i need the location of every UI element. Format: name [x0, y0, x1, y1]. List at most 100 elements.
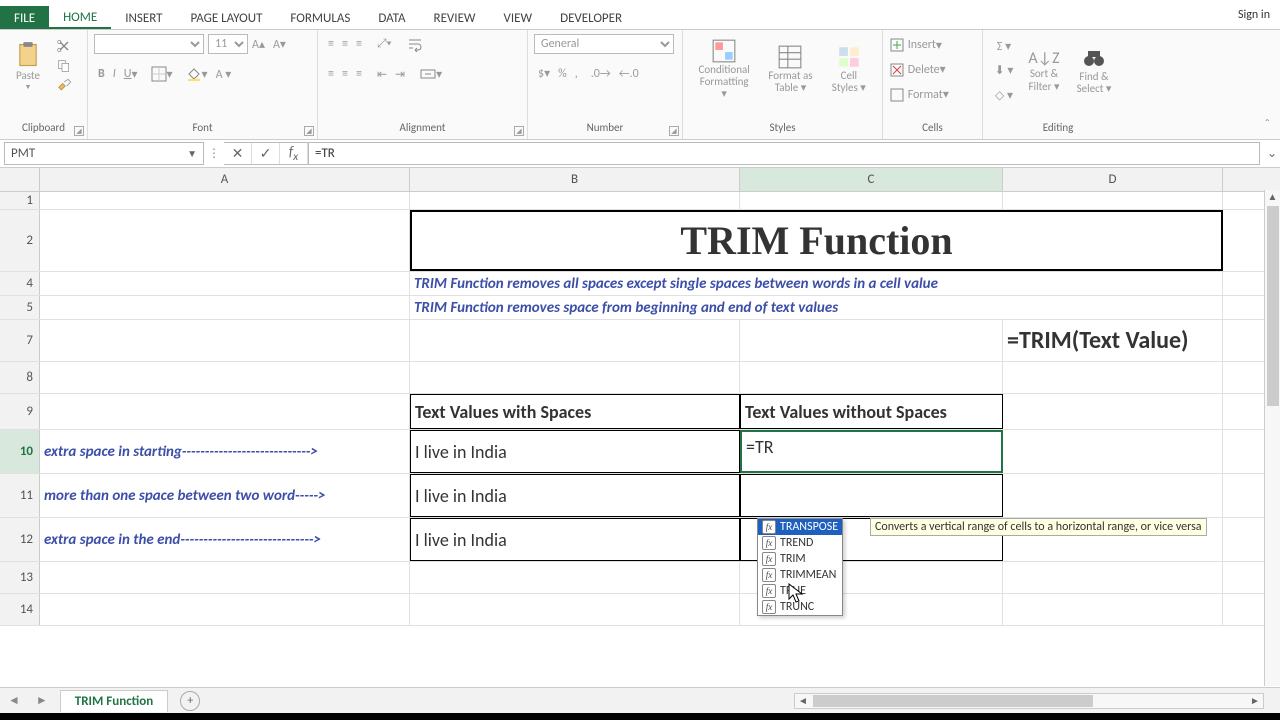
decrease-font-button[interactable]: A▾: [270, 35, 289, 54]
row-header-8[interactable]: 8: [0, 362, 40, 393]
row-header-10[interactable]: 10: [0, 430, 40, 473]
scroll-right-button[interactable]: ►: [1247, 694, 1263, 707]
cell-a1[interactable]: [40, 192, 410, 209]
percent-button[interactable]: %: [555, 65, 570, 83]
sort-filter-button[interactable]: A↓Z Sort &Filter ▾: [1019, 34, 1069, 108]
find-select-button[interactable]: Find &Select ▾: [1069, 34, 1119, 108]
cell-b1[interactable]: [410, 192, 740, 209]
scroll-left-button[interactable]: ◄: [795, 694, 811, 707]
tab-insert[interactable]: INSERT: [111, 6, 176, 29]
decrease-indent-button[interactable]: ⇤: [374, 65, 390, 84]
number-dialog-launcher[interactable]: ◢: [669, 126, 679, 136]
sheet-nav-prev[interactable]: ◄: [0, 693, 28, 708]
decrease-decimal-button[interactable]: ←.0: [616, 65, 642, 83]
align-middle-button[interactable]: ≡: [339, 35, 351, 53]
autocomplete-item-trim[interactable]: fxTRIM: [758, 551, 842, 567]
cell-d14[interactable]: [1003, 594, 1223, 625]
collapse-ribbon-button[interactable]: ˆ: [1258, 114, 1276, 135]
cell-a10[interactable]: extra space in starting-----------------…: [40, 430, 410, 473]
conditional-formatting-button[interactable]: ConditionalFormatting ▾: [692, 34, 756, 104]
tab-developer[interactable]: DEVELOPER: [546, 6, 636, 29]
borders-button[interactable]: ▾: [148, 64, 176, 84]
tab-data[interactable]: DATA: [364, 6, 419, 29]
select-all-button[interactable]: [0, 168, 40, 191]
cell-d8[interactable]: [1003, 362, 1223, 393]
row-header-2[interactable]: 2: [0, 210, 40, 271]
row-header-13[interactable]: 13: [0, 562, 40, 593]
merge-center-button[interactable]: ▾: [417, 64, 445, 84]
cell-c9-header[interactable]: Text Values without Spaces: [740, 394, 1003, 429]
number-format-select[interactable]: General: [534, 34, 674, 54]
underline-button[interactable]: U ▾: [121, 65, 141, 84]
cell-a9[interactable]: [40, 394, 410, 429]
tab-view[interactable]: VIEW: [490, 6, 547, 29]
column-header-b[interactable]: B: [410, 168, 740, 191]
alignment-dialog-launcher[interactable]: ◢: [514, 126, 524, 136]
column-header-d[interactable]: D: [1003, 168, 1223, 191]
name-box[interactable]: PMT ▼: [4, 142, 204, 165]
cell-a4[interactable]: [40, 272, 410, 295]
cell-c1[interactable]: [740, 192, 1003, 209]
row-header-14[interactable]: 14: [0, 594, 40, 625]
sheet-tab-active[interactable]: TRIM Function: [60, 690, 168, 712]
copy-button[interactable]: [53, 56, 75, 76]
clear-button[interactable]: ◇ ▾: [990, 86, 1018, 105]
formula-input[interactable]: =TR: [309, 142, 1260, 165]
cut-button[interactable]: [53, 36, 75, 56]
font-dialog-launcher[interactable]: ◢: [304, 126, 314, 136]
tab-file[interactable]: FILE: [0, 6, 49, 29]
tab-page-layout[interactable]: PAGE LAYOUT: [177, 6, 277, 29]
tab-formulas[interactable]: FORMULAS: [276, 6, 364, 29]
cell-desc1[interactable]: TRIM Function removes all spaces except …: [410, 272, 1223, 295]
delete-cells-button[interactable]: Delete ▾: [889, 62, 976, 78]
align-bottom-button[interactable]: ≡: [353, 35, 365, 53]
tab-review[interactable]: REVIEW: [420, 6, 490, 29]
format-painter-button[interactable]: [53, 76, 75, 96]
row-header-4[interactable]: 4: [0, 272, 40, 295]
column-header-c[interactable]: C: [740, 168, 1003, 191]
cell-b12[interactable]: I live in India: [410, 518, 740, 561]
cell-a5[interactable]: [40, 296, 410, 319]
font-size-select[interactable]: 11: [208, 34, 248, 54]
insert-cells-button[interactable]: Insert ▾: [889, 37, 976, 53]
cell-b13[interactable]: [410, 562, 740, 593]
cell-a11[interactable]: more than one space between two word----…: [40, 474, 410, 517]
increase-indent-button[interactable]: ⇥: [392, 65, 408, 84]
cell-d13[interactable]: [1003, 562, 1223, 593]
wrap-text-button[interactable]: [404, 34, 426, 54]
scroll-thumb[interactable]: [1267, 206, 1279, 406]
autocomplete-item-trimmean[interactable]: fxTRIMMEAN: [758, 567, 842, 583]
cell-a13[interactable]: [40, 562, 410, 593]
format-as-table-button[interactable]: Format asTable ▾: [762, 34, 818, 104]
cell-b10[interactable]: I live in India: [410, 430, 740, 473]
clipboard-dialog-launcher[interactable]: ◢: [74, 126, 84, 136]
font-name-select[interactable]: [94, 34, 204, 54]
autocomplete-item-transpose[interactable]: fxTRANSPOSE: [758, 519, 842, 535]
orientation-button[interactable]: ⤢▾: [374, 35, 395, 53]
cell-b11[interactable]: I live in India: [410, 474, 740, 517]
cell-desc2[interactable]: TRIM Function removes space from beginni…: [410, 296, 1223, 319]
cell-styles-button[interactable]: CellStyles ▾: [825, 34, 873, 104]
row-header-11[interactable]: 11: [0, 474, 40, 517]
cell-a14[interactable]: [40, 594, 410, 625]
cell-b7[interactable]: [410, 320, 740, 361]
cell-b14[interactable]: [410, 594, 740, 625]
cell-c11[interactable]: [740, 474, 1003, 517]
column-header-a[interactable]: A: [40, 168, 410, 191]
new-sheet-button[interactable]: +: [180, 691, 200, 711]
italic-button[interactable]: I: [110, 65, 119, 83]
paste-button[interactable]: Paste ▼: [6, 34, 50, 98]
cell-d9[interactable]: [1003, 394, 1223, 429]
tab-home[interactable]: HOME: [49, 6, 111, 29]
font-color-button[interactable]: A ▾: [213, 65, 235, 84]
align-top-button[interactable]: ≡: [325, 35, 337, 53]
autosum-button[interactable]: Σ ▾: [990, 37, 1018, 56]
align-center-button[interactable]: ≡: [339, 65, 351, 83]
row-header-1[interactable]: 1: [0, 192, 40, 209]
format-cells-button[interactable]: Format ▾: [889, 87, 976, 103]
cell-d11[interactable]: [1003, 474, 1223, 517]
insert-function-button[interactable]: fx: [280, 143, 308, 164]
sheet-nav-next[interactable]: ►: [28, 693, 56, 708]
sign-in-link[interactable]: Sign in: [1228, 6, 1280, 29]
cell-c8[interactable]: [740, 362, 1003, 393]
